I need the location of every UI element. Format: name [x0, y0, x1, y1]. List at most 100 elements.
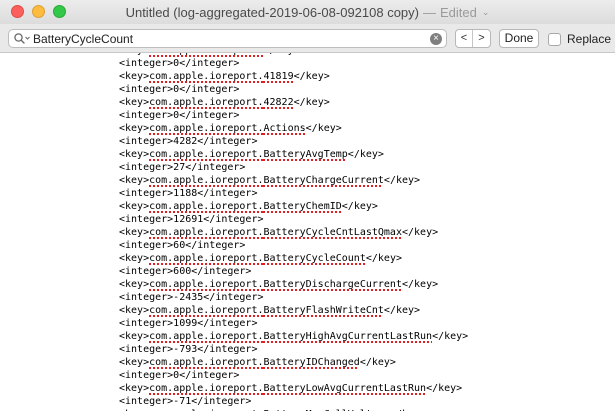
- text-line-mid: com.apple.ioreport.: [149, 53, 263, 56]
- text-line-pre: <key>: [119, 175, 150, 186]
- window-controls: [11, 5, 66, 18]
- text-line-tail: BatteryHighAvgCurrentLastRun: [263, 331, 433, 342]
- text-line: <integer>-2435</integer>: [119, 291, 468, 304]
- text-line-post: </key>: [383, 175, 421, 186]
- text-line-pre: <integer>-71</integer>: [119, 396, 252, 407]
- text-line-post: </key>: [401, 227, 439, 238]
- text-line-tail: BatteryCycleCount: [263, 253, 366, 264]
- text-line: <integer>-71</integer>: [119, 395, 468, 408]
- minimize-window-button[interactable]: [32, 5, 45, 18]
- text-line-pre: <key>: [119, 123, 150, 134]
- text-line-tail: 41819: [263, 71, 294, 82]
- text-line-mid: com.apple.ioreport.: [149, 383, 264, 394]
- text-line-mid: com.apple.ioreport.: [149, 305, 264, 316]
- text-line-pre: <integer>0</integer>: [119, 84, 240, 95]
- text-line-mid: com.apple.ioreport.: [149, 357, 264, 368]
- text-line: <key>com.apple.ioreport.BatteryHighAvgCu…: [119, 330, 468, 343]
- text-line: <integer>0</integer>: [119, 57, 468, 70]
- search-field[interactable]: ×: [8, 29, 447, 48]
- text-line-tail: Actions: [263, 123, 306, 134]
- text-line: <integer>0</integer>: [119, 369, 468, 382]
- text-line-mid: com.apple.ioreport.: [149, 97, 264, 108]
- text-editor[interactable]: <key>com.apple.ioreport.</key><integer>0…: [0, 53, 615, 411]
- search-icon[interactable]: [13, 32, 31, 46]
- text-line-pre: <key>: [119, 53, 149, 56]
- text-line-mid: com.apple.ioreport.: [149, 227, 264, 238]
- text-line-post: </key>: [341, 201, 378, 212]
- title-bar[interactable]: Untitled (log-aggregated-2019-06-08-0921…: [0, 0, 615, 24]
- text-line-post: </key>: [426, 383, 463, 394]
- text-line-mid: com.apple.ioreport.: [149, 149, 264, 160]
- text-line: <integer>1188</integer>: [119, 187, 468, 200]
- text-line-tail: 42822: [263, 97, 294, 108]
- text-line: <key>com.apple.ioreport.BatteryFlashWrit…: [119, 304, 468, 317]
- replace-checkbox[interactable]: [548, 32, 561, 46]
- text-line-mid: com.apple.ioreport.: [149, 279, 264, 290]
- text-line: <integer>0</integer>: [119, 109, 468, 122]
- text-line-pre: <key>: [119, 149, 150, 160]
- text-line-pre: <key>: [119, 97, 150, 108]
- zoom-window-button[interactable]: [53, 5, 66, 18]
- chevron-down-icon[interactable]: ⌄: [482, 7, 490, 18]
- text-line: <key>com.apple.ioreport.BatteryChemID</k…: [119, 200, 468, 213]
- text-line-post: </key>: [365, 253, 402, 264]
- text-line-mid: com.apple.ioreport.: [149, 71, 264, 82]
- text-line-post: </key>: [432, 331, 469, 342]
- text-line-tail: BatteryLowAvgCurrentLastRun: [263, 383, 427, 394]
- text-line: <key>com.apple.ioreport.BatteryCycleCoun…: [119, 252, 468, 265]
- document-name: Untitled (log-aggregated-2019-06-08-0921…: [125, 4, 419, 20]
- clear-search-icon[interactable]: ×: [430, 33, 442, 45]
- text-line-tail: BatteryAvgTemp: [263, 149, 348, 160]
- text-line-post: </key>: [401, 279, 439, 290]
- text-line-tail: BatteryIDChanged: [263, 357, 360, 368]
- text-line-pre: <key>: [119, 71, 150, 82]
- done-button[interactable]: Done: [499, 29, 539, 48]
- text-line-pre: <key>: [119, 331, 150, 342]
- text-line: <integer>12691</integer>: [119, 213, 468, 226]
- text-line-tail: BatteryCycleCntLastQmax: [263, 227, 402, 238]
- window-title[interactable]: Untitled (log-aggregated-2019-06-08-0921…: [126, 5, 490, 20]
- text-line-pre: <integer>-793</integer>: [119, 344, 258, 355]
- search-input[interactable]: [33, 31, 428, 46]
- text-line: <key>com.apple.ioreport.BatteryAvgTemp</…: [119, 148, 468, 161]
- text-line-tail: BatteryChargeCurrent: [263, 175, 384, 186]
- text-line: <integer>27</integer>: [119, 161, 468, 174]
- text-line-pre: <integer>1188</integer>: [119, 188, 258, 199]
- text-line: <key>com.apple.ioreport.Actions</key>: [119, 122, 468, 135]
- text-line: <integer>60</integer>: [119, 239, 468, 252]
- find-previous-button[interactable]: <: [456, 30, 474, 47]
- text-lines: <key>com.apple.ioreport.</key><integer>0…: [119, 53, 468, 411]
- text-line-post: </key>: [264, 53, 300, 56]
- text-line-mid: com.apple.ioreport.: [149, 123, 264, 134]
- text-line-pre: <key>: [119, 253, 150, 264]
- text-line-mid: com.apple.ioreport.: [149, 331, 264, 342]
- text-line: <key>com.apple.ioreport.BatteryDischarge…: [119, 278, 468, 291]
- text-line-pre: <key>: [119, 305, 150, 316]
- text-line-post: </key>: [359, 357, 396, 368]
- close-window-button[interactable]: [11, 5, 24, 18]
- find-bar: × < > Done Replace: [0, 24, 615, 53]
- text-line-pre: <key>: [119, 227, 150, 238]
- text-line-pre: <key>: [119, 201, 150, 212]
- text-line-pre: <integer>4282</integer>: [119, 136, 258, 147]
- text-line-post: </key>: [293, 97, 330, 108]
- find-navigation: < >: [455, 29, 491, 48]
- text-line: <integer>0</integer>: [119, 83, 468, 96]
- text-line: <integer>1099</integer>: [119, 317, 468, 330]
- text-line-pre: <integer>600</integer>: [119, 266, 252, 277]
- text-line-pre: <key>: [119, 357, 150, 368]
- text-line-post: </key>: [383, 305, 421, 316]
- text-line: <key>com.apple.ioreport.42822</key>: [119, 96, 468, 109]
- text-line-pre: <integer>27</integer>: [119, 162, 246, 173]
- replace-toggle[interactable]: Replace: [548, 32, 611, 46]
- text-line: <integer>600</integer>: [119, 265, 468, 278]
- find-next-button[interactable]: >: [473, 30, 490, 47]
- text-line-mid: com.apple.ioreport.: [149, 253, 264, 264]
- text-line: <integer>-793</integer>: [119, 343, 468, 356]
- text-line-pre: <integer>12691</integer>: [119, 214, 264, 225]
- text-editor-window: Untitled (log-aggregated-2019-06-08-0921…: [0, 0, 615, 411]
- text-line: <key>com.apple.ioreport.BatteryLowAvgCur…: [119, 382, 468, 395]
- text-line: <integer>4282</integer>: [119, 135, 468, 148]
- text-line: <key>com.apple.ioreport.BatteryIDChanged…: [119, 356, 468, 369]
- text-line: <key>com.apple.ioreport.BatteryCycleCntL…: [119, 226, 468, 239]
